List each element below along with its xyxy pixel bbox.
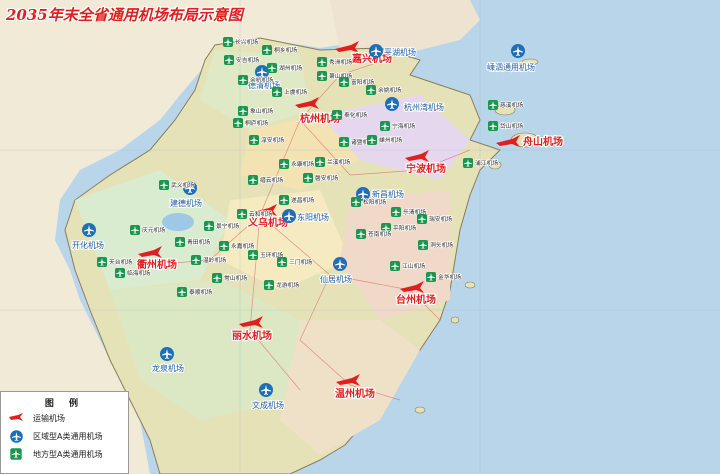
local-airport-label: 富阳机场: [351, 78, 374, 86]
local-airport-label: 庆元机场: [142, 226, 165, 234]
local-airport-label: 缙云机场: [260, 176, 283, 184]
legend-label-regional: 区域型A类通用机场: [33, 431, 103, 441]
transport-airport-label: 温州机场: [335, 387, 375, 400]
local-airport-label: 洞头机场: [430, 241, 453, 249]
regional-airport-label: 龙泉机场: [152, 363, 184, 373]
local-airport-label: 慈溪机场: [500, 101, 523, 109]
local-airport-label: 景宁机场: [216, 222, 239, 230]
regional-airport-label: 开化机场: [72, 240, 104, 250]
regional-airport-label: 嵊泗通用机场: [487, 62, 535, 72]
local-airport-label: 岱山机场: [500, 122, 523, 130]
local-airport-label: 永康机场: [291, 160, 314, 168]
local-airport-label: 温岭机场: [203, 256, 226, 264]
local-airport-label: 武义机场: [171, 181, 194, 189]
local-airport-label: 宁海机场: [392, 122, 415, 130]
transport-airport-label: 宁波机场: [406, 162, 446, 175]
local-airport-label: 三门机场: [289, 258, 312, 266]
local-airport-label: 余杭机场: [250, 76, 273, 84]
local-airport-label: 苍南机场: [368, 230, 391, 238]
local-airport-icon: [9, 447, 23, 461]
local-airport-label: 金华机场: [438, 273, 461, 281]
transport-airport-icon: [9, 411, 23, 425]
regional-airport-label: 仙居机场: [320, 274, 352, 284]
transport-airport-label: 丽水机场: [232, 329, 272, 342]
local-airport-label: 奉化机场: [344, 111, 367, 119]
local-airport-label: 嵊州机场: [379, 136, 402, 144]
local-airport-label: 兰溪机场: [327, 158, 350, 166]
local-airport-label: 长兴机场: [235, 38, 258, 46]
local-airport-label: 秀洲机场: [329, 58, 352, 66]
regional-airport-label: 平湖机场: [384, 47, 416, 57]
local-airport-label: 青田机场: [187, 238, 210, 246]
local-airport-label: 龙游机场: [276, 281, 299, 289]
local-airport-label: 桐乡机场: [274, 46, 297, 54]
regional-airport-label: 杭州湾机场: [404, 102, 444, 112]
local-airport-label: 平阳机场: [393, 224, 416, 232]
local-airport-label: 常山机场: [224, 274, 247, 282]
local-airport-label: 桐庐机场: [245, 119, 268, 127]
local-airport-label: 泰顺机场: [189, 288, 212, 296]
regional-airport-label: 文成机场: [252, 400, 284, 410]
legend-label-local: 地方型A类通用机场: [33, 449, 103, 459]
lake: [162, 213, 194, 231]
local-airport-label: 遂昌机场: [291, 196, 314, 204]
map-title: 2035年末全省通用机场布局示意图: [6, 6, 243, 24]
local-airport-label: 安吉机场: [236, 56, 259, 64]
local-airport-label: 江山机场: [402, 262, 425, 270]
transport-airport-label: 舟山机场: [523, 135, 563, 148]
legend-label-transport: 运输机场: [33, 413, 65, 423]
legend-item-transport: 运输机场: [1, 409, 128, 427]
local-airport-label: 天台机场: [109, 258, 132, 266]
regional-airport-icon: [9, 429, 23, 443]
local-airport-label: 云和机场: [249, 210, 272, 218]
local-airport-label: 松阳机场: [363, 198, 386, 206]
local-airport-label: 浦江机场: [475, 159, 498, 167]
regional-airport-label: 东阳机场: [297, 212, 329, 222]
legend: 图 例 运输机场 区域型A类通用机场 地方型A类通用机场: [0, 391, 129, 474]
local-airport-label: 象山机场: [250, 107, 273, 115]
regional-airport-label: 新昌机场: [372, 189, 404, 199]
local-airport-label: 湖州机场: [279, 64, 302, 72]
transport-airport-label: 台州机场: [396, 293, 436, 306]
local-airport-label: 余姚机场: [378, 86, 401, 94]
local-airport-label: 临海机场: [127, 269, 150, 277]
legend-heading: 图 例: [44, 399, 85, 409]
local-airport-label: 永嘉机场: [231, 242, 254, 250]
local-airport-label: 淳安机场: [261, 136, 284, 144]
legend-item-local: 地方型A类通用机场: [1, 445, 128, 463]
transport-airport-label: 衢州机场: [137, 258, 177, 271]
local-airport-label: 瑞安机场: [429, 215, 452, 223]
regional-airport-label: 建德机场: [170, 198, 202, 208]
legend-item-regional: 区域型A类通用机场: [1, 427, 128, 445]
local-airport-label: 磐安机场: [315, 174, 338, 182]
local-airport-label: 上虞机场: [284, 88, 307, 96]
